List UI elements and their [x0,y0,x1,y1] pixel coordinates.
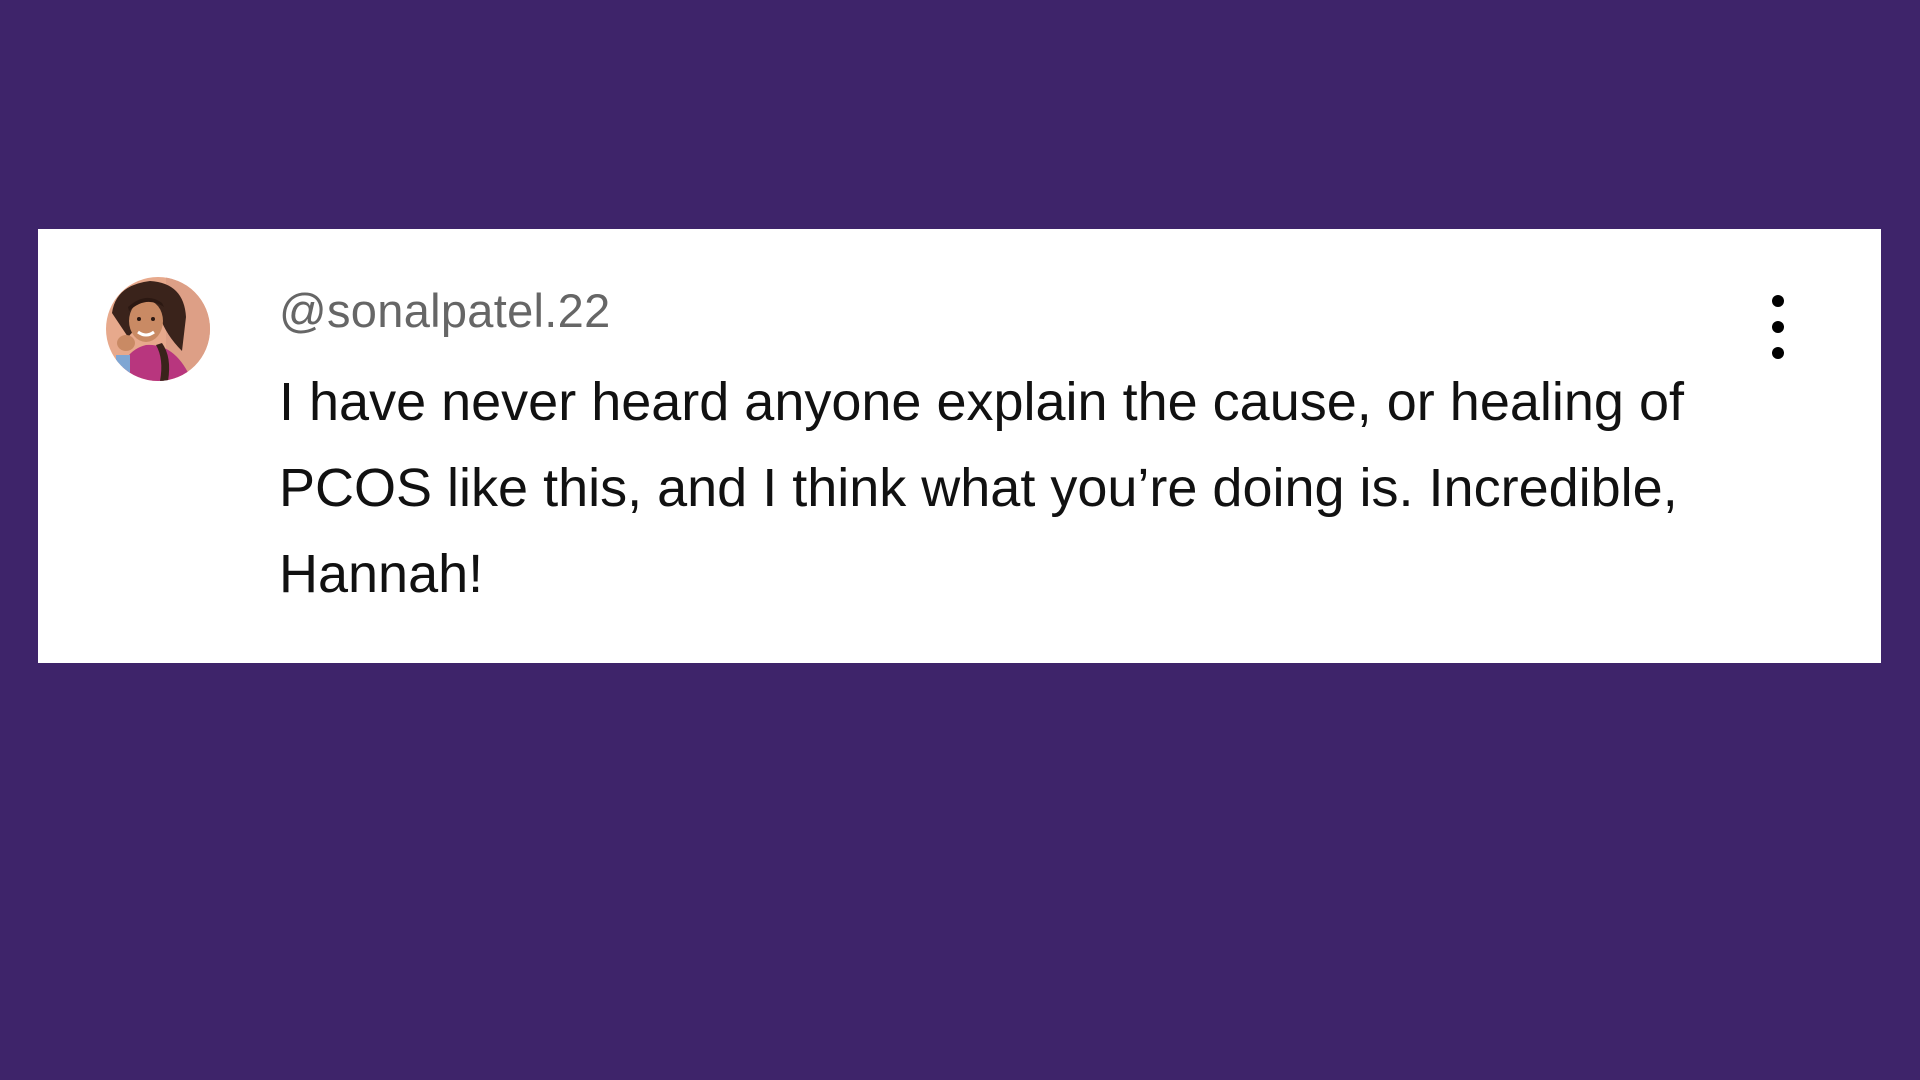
comment-card: @sonalpatel.22 I have never heard anyone… [38,229,1881,663]
comment-body: I have never heard anyone explain the ca… [279,372,1684,604]
more-vertical-icon [1772,347,1784,359]
comment-username[interactable]: @sonalpatel.22 [279,283,611,339]
more-vertical-icon [1772,321,1784,333]
more-vertical-icon [1772,295,1784,307]
avatar-photo-icon [106,277,210,381]
more-options-button[interactable] [1762,295,1794,359]
user-avatar[interactable] [106,277,210,381]
